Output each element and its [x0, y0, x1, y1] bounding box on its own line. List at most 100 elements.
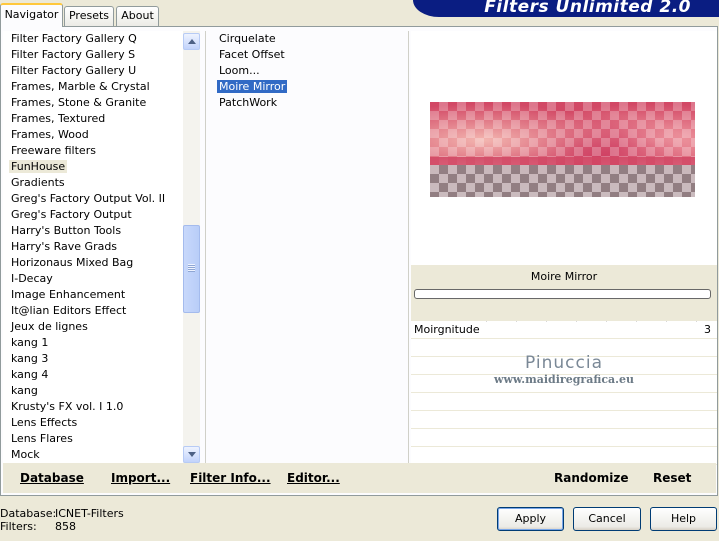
tab-strip: Navigator Presets About — [0, 0, 400, 27]
category-list[interactable]: Filter Factory Gallery Q Filter Factory G… — [3, 31, 183, 463]
parameter-row[interactable]: Moirgnitude 3 — [411, 321, 717, 339]
category-item[interactable]: kang 1 — [3, 335, 183, 351]
category-item[interactable]: Frames, Textured — [3, 111, 183, 127]
parameter-row — [411, 357, 717, 375]
category-item-label: It@lian Editors Effect — [11, 304, 127, 317]
category-item[interactable]: Frames, Stone & Granite — [3, 95, 183, 111]
scroll-thumb[interactable] — [183, 225, 200, 313]
parameter-row — [411, 375, 717, 393]
category-scrollbar[interactable] — [183, 31, 200, 463]
filter-item-label: Loom... — [219, 64, 260, 77]
category-item[interactable]: I-Decay — [3, 271, 183, 287]
category-item-label: I-Decay — [11, 272, 53, 285]
filter-item[interactable]: PatchWork — [213, 95, 403, 111]
filter-item[interactable]: Loom... — [213, 63, 403, 79]
category-item-label: Harry's Button Tools — [11, 224, 122, 237]
category-item[interactable]: It@lian Editors Effect — [3, 303, 183, 319]
category-item[interactable]: Horizonaus Mixed Bag — [3, 255, 183, 271]
help-button[interactable]: Help — [650, 507, 717, 531]
category-item-label: Filter Factory Gallery S — [11, 48, 136, 61]
category-item[interactable]: Filter Factory Gallery S — [3, 47, 183, 63]
grip-icon — [188, 264, 195, 272]
divider — [408, 31, 409, 463]
parameter-row — [411, 393, 717, 411]
category-item[interactable]: Filter Factory Gallery U — [3, 63, 183, 79]
category-item-label: Mock — [11, 448, 40, 461]
filter-item[interactable]: Moire Mirror — [213, 79, 403, 95]
category-item-label: Horizonaus Mixed Bag — [11, 256, 134, 269]
parameter-row — [411, 411, 717, 429]
status-database: Database:ICNET-Filters — [0, 507, 124, 520]
parameter-value: 3 — [704, 323, 711, 336]
category-item[interactable]: FunHouse — [3, 159, 183, 175]
parameter-label: Moirgnitude — [414, 323, 480, 336]
parameter-row — [411, 429, 717, 447]
filter-item[interactable]: Facet Offset — [213, 47, 403, 63]
category-item[interactable]: Frames, Marble & Crystal — [3, 79, 183, 95]
category-item[interactable]: Frames, Wood — [3, 127, 183, 143]
status-filters: Filters: 858 — [0, 520, 124, 533]
status-database-value: ICNET-Filters — [55, 507, 124, 520]
parameter-table: Moirgnitude 3 Pinuccia www.maidiregrafica… — [411, 321, 717, 465]
status-filters-value: 858 — [55, 520, 76, 533]
status-info: Database:ICNET-Filters Filters: 858 — [0, 507, 124, 533]
filter-list[interactable]: Cirquelate Facet Offset Loom... Moire Mirro… — [213, 31, 403, 463]
category-item-label: FunHouse — [9, 160, 68, 173]
category-item[interactable]: Harry's Rave Grads — [3, 239, 183, 255]
tab-presets[interactable]: Presets — [64, 6, 114, 26]
apply-button[interactable]: Apply — [497, 507, 564, 531]
tab-navigator[interactable]: Navigator — [0, 3, 63, 27]
category-item[interactable]: kang — [3, 383, 183, 399]
category-item[interactable]: Harry's Button Tools — [3, 223, 183, 239]
category-item[interactable]: Greg's Factory Output — [3, 207, 183, 223]
parameter-row — [411, 339, 717, 357]
category-item[interactable]: Freeware filters — [3, 143, 183, 159]
editor-button[interactable]: Editor... — [287, 471, 340, 485]
category-item[interactable]: Lens Effects — [3, 415, 183, 431]
category-item[interactable]: Greg's Factory Output Vol. II — [3, 191, 183, 207]
category-item[interactable]: Image Enhancement — [3, 287, 183, 303]
reset-button[interactable]: Reset — [653, 471, 691, 485]
category-item-label: Greg's Factory Output Vol. II — [11, 192, 166, 205]
filter-info-button[interactable]: Filter Info... — [190, 471, 271, 485]
randomize-button[interactable]: Randomize — [554, 471, 628, 485]
database-button[interactable]: Database — [20, 471, 84, 485]
category-item-label: Jeux de lignes — [11, 320, 88, 333]
preview-actions: Randomize Reset — [411, 463, 716, 493]
category-item-label: Freeware filters — [11, 144, 96, 157]
category-item-label: Greg's Factory Output — [11, 208, 132, 221]
category-item[interactable]: Filter Factory Gallery Q — [3, 31, 183, 47]
import-button[interactable]: Import... — [111, 471, 170, 485]
category-item-label: Frames, Stone & Granite — [11, 96, 147, 109]
category-item[interactable]: kang 4 — [3, 367, 183, 383]
category-item-label: kang 3 — [11, 352, 49, 365]
scroll-down-button[interactable] — [183, 446, 200, 463]
scroll-up-button[interactable] — [183, 33, 200, 50]
filter-item-label: Facet Offset — [219, 48, 285, 61]
filter-item-label: Moire Mirror — [217, 80, 288, 93]
category-item-label: Frames, Textured — [11, 112, 106, 125]
cancel-button[interactable]: Cancel — [573, 507, 641, 531]
category-item-label: Krusty's FX vol. I 1.0 — [11, 400, 124, 413]
category-item-label: kang 4 — [11, 368, 49, 381]
category-item[interactable]: Krusty's FX vol. I 1.0 — [3, 399, 183, 415]
filter-item-label: Cirquelate — [219, 32, 276, 45]
category-item-label: kang 1 — [11, 336, 49, 349]
tab-about[interactable]: About — [116, 6, 159, 26]
header-banner: Filters Unlimited 2.0 — [413, 0, 719, 17]
category-item[interactable]: Mock — [3, 447, 183, 463]
filter-name-bar: Moire Mirror — [411, 265, 717, 321]
chevron-up-icon — [188, 39, 196, 44]
filter-item[interactable]: Cirquelate — [213, 31, 403, 47]
category-item[interactable]: Jeux de lignes — [3, 319, 183, 335]
category-item-label: Gradients — [11, 176, 65, 189]
category-item-label: Frames, Marble & Crystal — [11, 80, 150, 93]
chevron-down-icon — [188, 452, 196, 457]
category-item[interactable]: kang 3 — [3, 351, 183, 367]
slider-track[interactable] — [486, 321, 697, 322]
category-item[interactable]: Lens Flares — [3, 431, 183, 447]
preview-area — [411, 31, 717, 265]
current-filter-name: Moire Mirror — [530, 270, 598, 283]
category-item-label: Frames, Wood — [11, 128, 89, 141]
category-item[interactable]: Gradients — [3, 175, 183, 191]
